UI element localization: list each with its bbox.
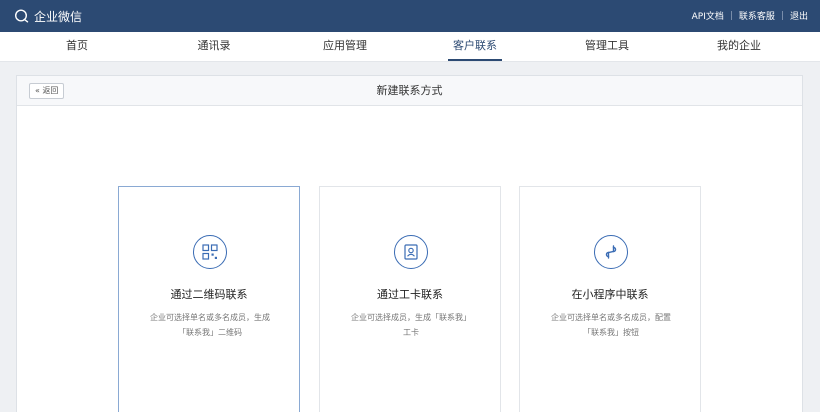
miniprogram-icon — [594, 235, 628, 269]
nav-item-apps[interactable]: 应用管理 — [290, 32, 400, 62]
nav-item-tools[interactable]: 管理工具 — [552, 32, 662, 62]
badge-icon — [394, 235, 428, 269]
badge-contact-card[interactable]: 通过工卡联系 企业可选择成员，生成「联系我」 工卡 — [319, 186, 501, 412]
panel-header: « 返回 新建联系方式 — [17, 76, 802, 106]
top-bar: 企业微信 API文档 | 联系客服 | 退出 — [0, 0, 820, 32]
chat-bubble-icon — [14, 9, 29, 23]
card-desc-line: 工卡 — [403, 328, 419, 337]
card-desc-line: 企业可选择单名或多名成员，生成 — [150, 313, 270, 322]
top-links: API文档 | 联系客服 | 退出 — [692, 9, 808, 23]
card-desc-line: 企业可选择单名或多名成员，配置 — [551, 313, 671, 322]
nav-item-contacts[interactable]: 通讯录 — [159, 32, 269, 62]
page-title: 新建联系方式 — [376, 84, 443, 97]
card-description: 企业可选择成员，生成「联系我」 工卡 — [340, 310, 482, 340]
link-separator: | — [780, 10, 784, 21]
card-desc-line: 「联系我」二维码 — [178, 328, 242, 337]
miniprogram-contact-card[interactable]: 在小程序中联系 企业可选择单名或多名成员，配置 「联系我」按钮 — [519, 186, 701, 412]
api-docs-link[interactable]: API文档 — [692, 9, 724, 22]
nav-item-home[interactable]: 首页 — [22, 32, 132, 62]
card-title: 通过工卡联系 — [377, 288, 443, 301]
content-panel: « 返回 新建联系方式 通过二维码联系 企业可选择单名或多名成员，生成 「联系我… — [16, 75, 803, 412]
card-title: 通过二维码联系 — [170, 288, 248, 301]
card-title: 在小程序中联系 — [571, 288, 649, 301]
main-nav: 首页 通讯录 应用管理 客户联系 管理工具 我的企业 — [0, 32, 820, 62]
brand-name: 企业微信 — [34, 9, 83, 24]
card-desc-line: 「联系我」按钮 — [583, 328, 639, 337]
contact-support-link[interactable]: 联系客服 — [739, 9, 775, 22]
card-desc-line: 企业可选择成员，生成「联系我」 — [351, 313, 471, 322]
qrcode-contact-card[interactable]: 通过二维码联系 企业可选择单名或多名成员，生成 「联系我」二维码 — [118, 186, 300, 412]
link-separator: | — [729, 10, 733, 21]
qrcode-icon — [193, 235, 227, 269]
brand-logo[interactable]: 企业微信 — [14, 7, 82, 25]
card-description: 企业可选择单名或多名成员，配置 「联系我」按钮 — [540, 310, 682, 340]
card-description: 企业可选择单名或多名成员，生成 「联系我」二维码 — [139, 310, 281, 340]
logout-link[interactable]: 退出 — [790, 9, 808, 22]
nav-item-my-enterprise[interactable]: 我的企业 — [684, 32, 794, 62]
nav-item-customer-contact[interactable]: 客户联系 — [420, 32, 530, 62]
